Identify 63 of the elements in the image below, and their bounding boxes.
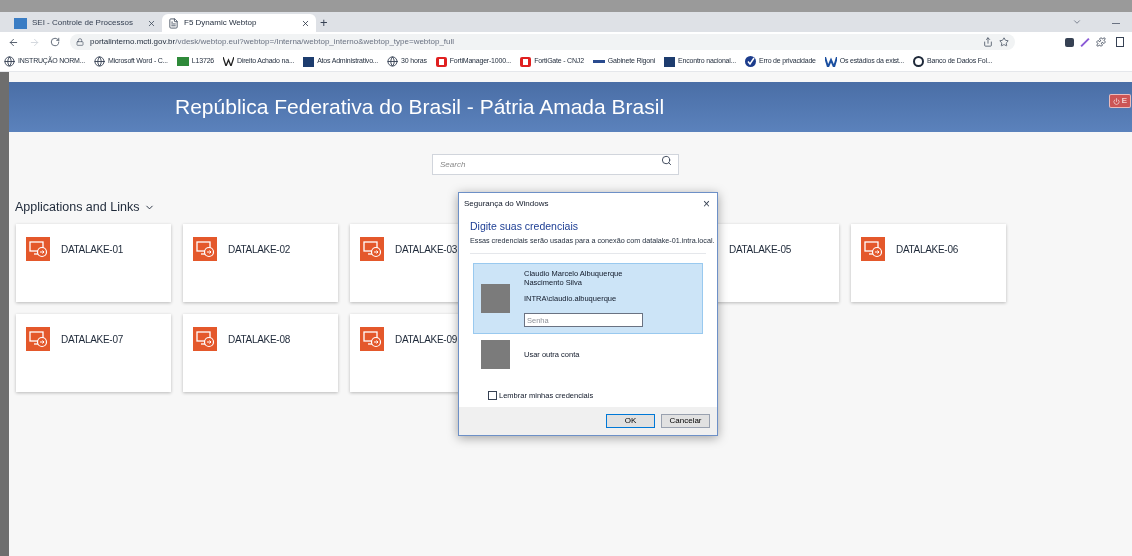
- close-icon[interactable]: [301, 18, 310, 28]
- banner-title: República Federativa do Brasil - Pátria Amada Brasil: [175, 94, 665, 121]
- sidebar-icon[interactable]: [1116, 37, 1124, 47]
- address-bar[interactable]: portalinterno.mcti.gov.br/vdesk/webtop.eui?webtop=/Interna/webtop_interno&webtop_type=webtop_full: [70, 34, 1015, 50]
- tile-label: DATALAKE-07: [61, 332, 123, 347]
- back-icon[interactable]: [8, 36, 19, 48]
- grid-logo-icon: [435, 56, 447, 67]
- tile-label: DATALAKE-09: [395, 332, 457, 347]
- people-icon: [824, 56, 837, 67]
- app-tile[interactable]: DATALAKE-01: [16, 223, 171, 302]
- checkbox-square[interactable]: [488, 390, 497, 400]
- globe-icon: [94, 56, 105, 67]
- globe-icon: [387, 56, 399, 67]
- dash-logo-icon: [592, 60, 605, 63]
- account-avatar: [481, 283, 510, 313]
- globe-icon: [4, 56, 15, 67]
- remote-desktop-icon: [360, 236, 384, 261]
- close-icon[interactable]: [147, 18, 156, 28]
- tile-label: DATALAKE-06: [896, 242, 958, 257]
- grid-logo-icon: [520, 56, 532, 67]
- search-field[interactable]: Search: [432, 154, 679, 175]
- bookmark-star-icon[interactable]: [999, 37, 1009, 47]
- tile-label: DATALAKE-05: [729, 242, 791, 257]
- serif-w-icon: [223, 57, 235, 66]
- reload-icon[interactable]: [50, 37, 60, 47]
- app-tile[interactable]: DATALAKE-07: [16, 313, 171, 392]
- extension-icon[interactable]: [1065, 37, 1074, 47]
- tab-logo-icon: [14, 17, 27, 29]
- dialog-title: Segurança do Windows: [464, 197, 549, 210]
- remote-desktop-icon: [26, 236, 50, 261]
- account-avatar: [481, 340, 510, 370]
- remote-desktop-icon: [861, 236, 885, 261]
- app-tile[interactable]: DATALAKE-02: [183, 223, 338, 302]
- check-badge-icon: [744, 56, 756, 67]
- remote-desktop-icon: [193, 236, 217, 261]
- square-logo-icon: [664, 56, 676, 67]
- flag-icon: [176, 57, 189, 66]
- logout-button[interactable]: E: [1108, 94, 1131, 108]
- new-tab-button[interactable]: +: [320, 16, 328, 29]
- lock-icon: [76, 38, 84, 46]
- search-icon[interactable]: [661, 155, 672, 166]
- square-logo-icon: [303, 56, 315, 67]
- section-toggle[interactable]: Applications and Links: [15, 198, 156, 217]
- extensions-icon[interactable]: [1096, 37, 1106, 47]
- tile-label: DATALAKE-02: [228, 242, 290, 257]
- cancel-button[interactable]: Cancelar: [661, 414, 710, 428]
- remote-desktop-icon: [193, 326, 217, 351]
- circle-logo-icon: [913, 56, 925, 67]
- page-icon: [168, 17, 179, 29]
- tile-label: DATALAKE-03: [395, 242, 457, 257]
- power-icon: [1112, 97, 1120, 105]
- url-text: portalinterno.mcti.gov.br/vdesk/webtop.eui?webtop=/Interna/webtop_interno&webtop_type=webtop_full: [90, 36, 456, 48]
- tile-label: DATALAKE-08: [228, 332, 290, 347]
- ok-button[interactable]: OK: [606, 414, 655, 428]
- browser-tab[interactable]: F5 Dynamic Webtop: [162, 14, 316, 32]
- remote-desktop-icon: [360, 326, 384, 351]
- close-button[interactable]: ×: [701, 197, 712, 210]
- app-tile[interactable]: DATALAKE-06: [851, 223, 1006, 302]
- remote-desktop-icon: [26, 326, 50, 351]
- browser-tab[interactable]: SEI - Controle de Processos: [8, 14, 162, 32]
- app-tile[interactable]: DATALAKE-08: [183, 313, 338, 392]
- tile-label: DATALAKE-01: [61, 242, 123, 257]
- share-icon[interactable]: [983, 37, 993, 47]
